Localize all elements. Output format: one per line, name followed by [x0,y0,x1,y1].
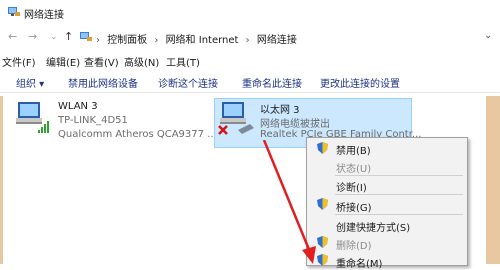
title-bar [0,0,500,26]
breadcrumb-separator: › [245,35,250,46]
menu-separator [335,175,463,176]
menu-tools[interactable]: 工具(T) [166,54,200,69]
wifi-adapter-icon [16,102,49,133]
address-dropdown-icon[interactable]: ⌄ [484,30,492,41]
forward-button[interactable]: → [28,30,37,43]
breadcrumb-separator: › [96,35,100,46]
breadcrumb-network-connections[interactable]: 网络连接 [257,35,297,46]
connection-adapter: Qualcomm Atheros QCA9377 ... [58,129,217,140]
ethernet-adapter-icon [218,102,254,135]
disable-device-button[interactable]: 禁用此网络设备 [68,75,138,90]
menu-item-rename[interactable]: 重命名(M) [336,255,382,270]
back-button[interactable]: ← [8,30,17,43]
frame-edge-right [486,96,500,264]
menu-item-diagnose[interactable]: 诊断(I) [336,179,367,194]
network-connections-icon [8,7,20,16]
connection-name: 以太网 3 [260,105,300,116]
menu-item-create-shortcut[interactable]: 创建快捷方式(S) [336,219,410,234]
connection-status: TP-LINK_4D51 [58,115,128,126]
breadcrumb: › 控制面板 › 网络和 Internet › 网络连接 [96,31,301,46]
menu-item-bridge[interactable]: 桥接(G) [336,199,372,214]
connection-status: 网络电缆被拔出 [260,119,330,130]
window-title: 网络连接 [24,10,64,21]
annotation-arrow [262,140,316,264]
menu-item-delete[interactable]: 删除(D) [336,237,372,252]
breadcrumb-network-internet[interactable]: 网络和 Internet [166,35,239,46]
up-button[interactable]: ↑ [64,30,73,43]
connection-name: WLAN 3 [58,101,98,112]
rename-connection-button[interactable]: 重命名此连接 [242,75,302,90]
menu-separator [335,214,463,215]
menu-item-disable[interactable]: 禁用(B) [336,142,371,157]
menu-edit[interactable]: 编辑(E) [46,54,80,69]
menu-item-status[interactable]: 状态(U) [336,160,371,175]
recent-locations-dropdown[interactable]: ⌄ [50,32,58,42]
context-menu: 禁用(B) 状态(U) 诊断(I) 桥接(G) 创建快捷方式(S) 删除(D) … [306,137,468,270]
diagnose-connection-button[interactable]: 诊断这个连接 [158,75,218,90]
menu-view[interactable]: 查看(V) [84,54,119,69]
menu-separator [335,194,463,195]
breadcrumb-control-panel[interactable]: 控制面板 [107,35,147,46]
frame-edge-left [0,96,3,264]
control-panel-icon [80,32,92,41]
menu-advanced[interactable]: 高级(N) [124,54,159,69]
organize-button[interactable]: 组织 ▾ [16,75,44,90]
breadcrumb-separator: › [154,35,159,46]
menu-file[interactable]: 文件(F) [2,54,36,69]
change-settings-button[interactable]: 更改此连接的设置 [320,75,400,90]
